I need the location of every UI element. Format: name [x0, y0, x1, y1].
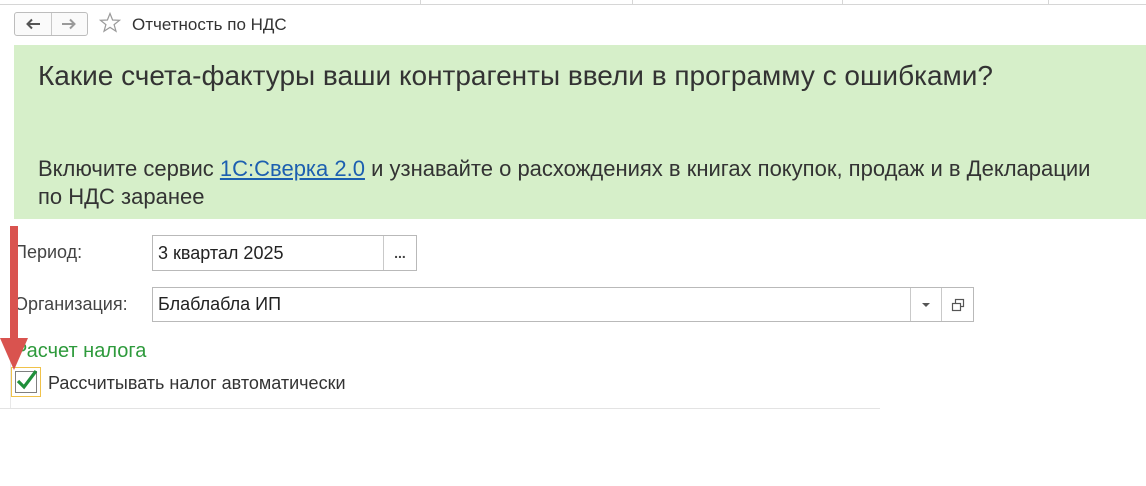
organization-dropdown-button[interactable]: [910, 288, 941, 321]
arrow-right-icon: [62, 18, 77, 30]
chevron-down-icon: [922, 302, 930, 307]
banner-heading: Какие счета-фактуры ваши контрагенты вве…: [38, 60, 994, 91]
column-tick: [1048, 0, 1049, 4]
period-select-button[interactable]: ...: [383, 236, 416, 270]
page-title: Отчетность по НДС: [132, 15, 287, 34]
star-icon[interactable]: [98, 11, 122, 35]
sverka-link[interactable]: 1С:Сверка 2.0: [220, 156, 365, 181]
top-border: [0, 0, 1146, 5]
promo-banner: Какие счета-фактуры ваши контрагенты вве…: [14, 45, 1146, 219]
nav-buttons: [14, 12, 88, 36]
auto-tax-label[interactable]: Рассчитывать налог автоматически: [48, 373, 346, 394]
organization-value: Блаблабла ИП: [158, 294, 282, 314]
organization-field[interactable]: Блаблабла ИП: [152, 287, 974, 322]
divider: [0, 408, 880, 409]
column-tick: [420, 0, 421, 4]
period-value: 3 квартал 2025: [158, 242, 284, 263]
arrow-down-icon: [0, 226, 28, 370]
forward-button[interactable]: [50, 13, 88, 35]
open-window-icon: [951, 298, 964, 311]
column-tick: [632, 0, 633, 4]
banner-text-before: Включите сервис: [38, 156, 220, 181]
back-button[interactable]: [15, 13, 51, 35]
arrow-left-icon: [25, 18, 40, 30]
period-field[interactable]: 3 квартал 2025 ...: [152, 235, 417, 271]
organization-open-button[interactable]: [941, 288, 973, 321]
column-tick: [842, 0, 843, 4]
banner-text: Включите сервис 1С:Сверка 2.0 и узнавайт…: [38, 155, 1118, 211]
